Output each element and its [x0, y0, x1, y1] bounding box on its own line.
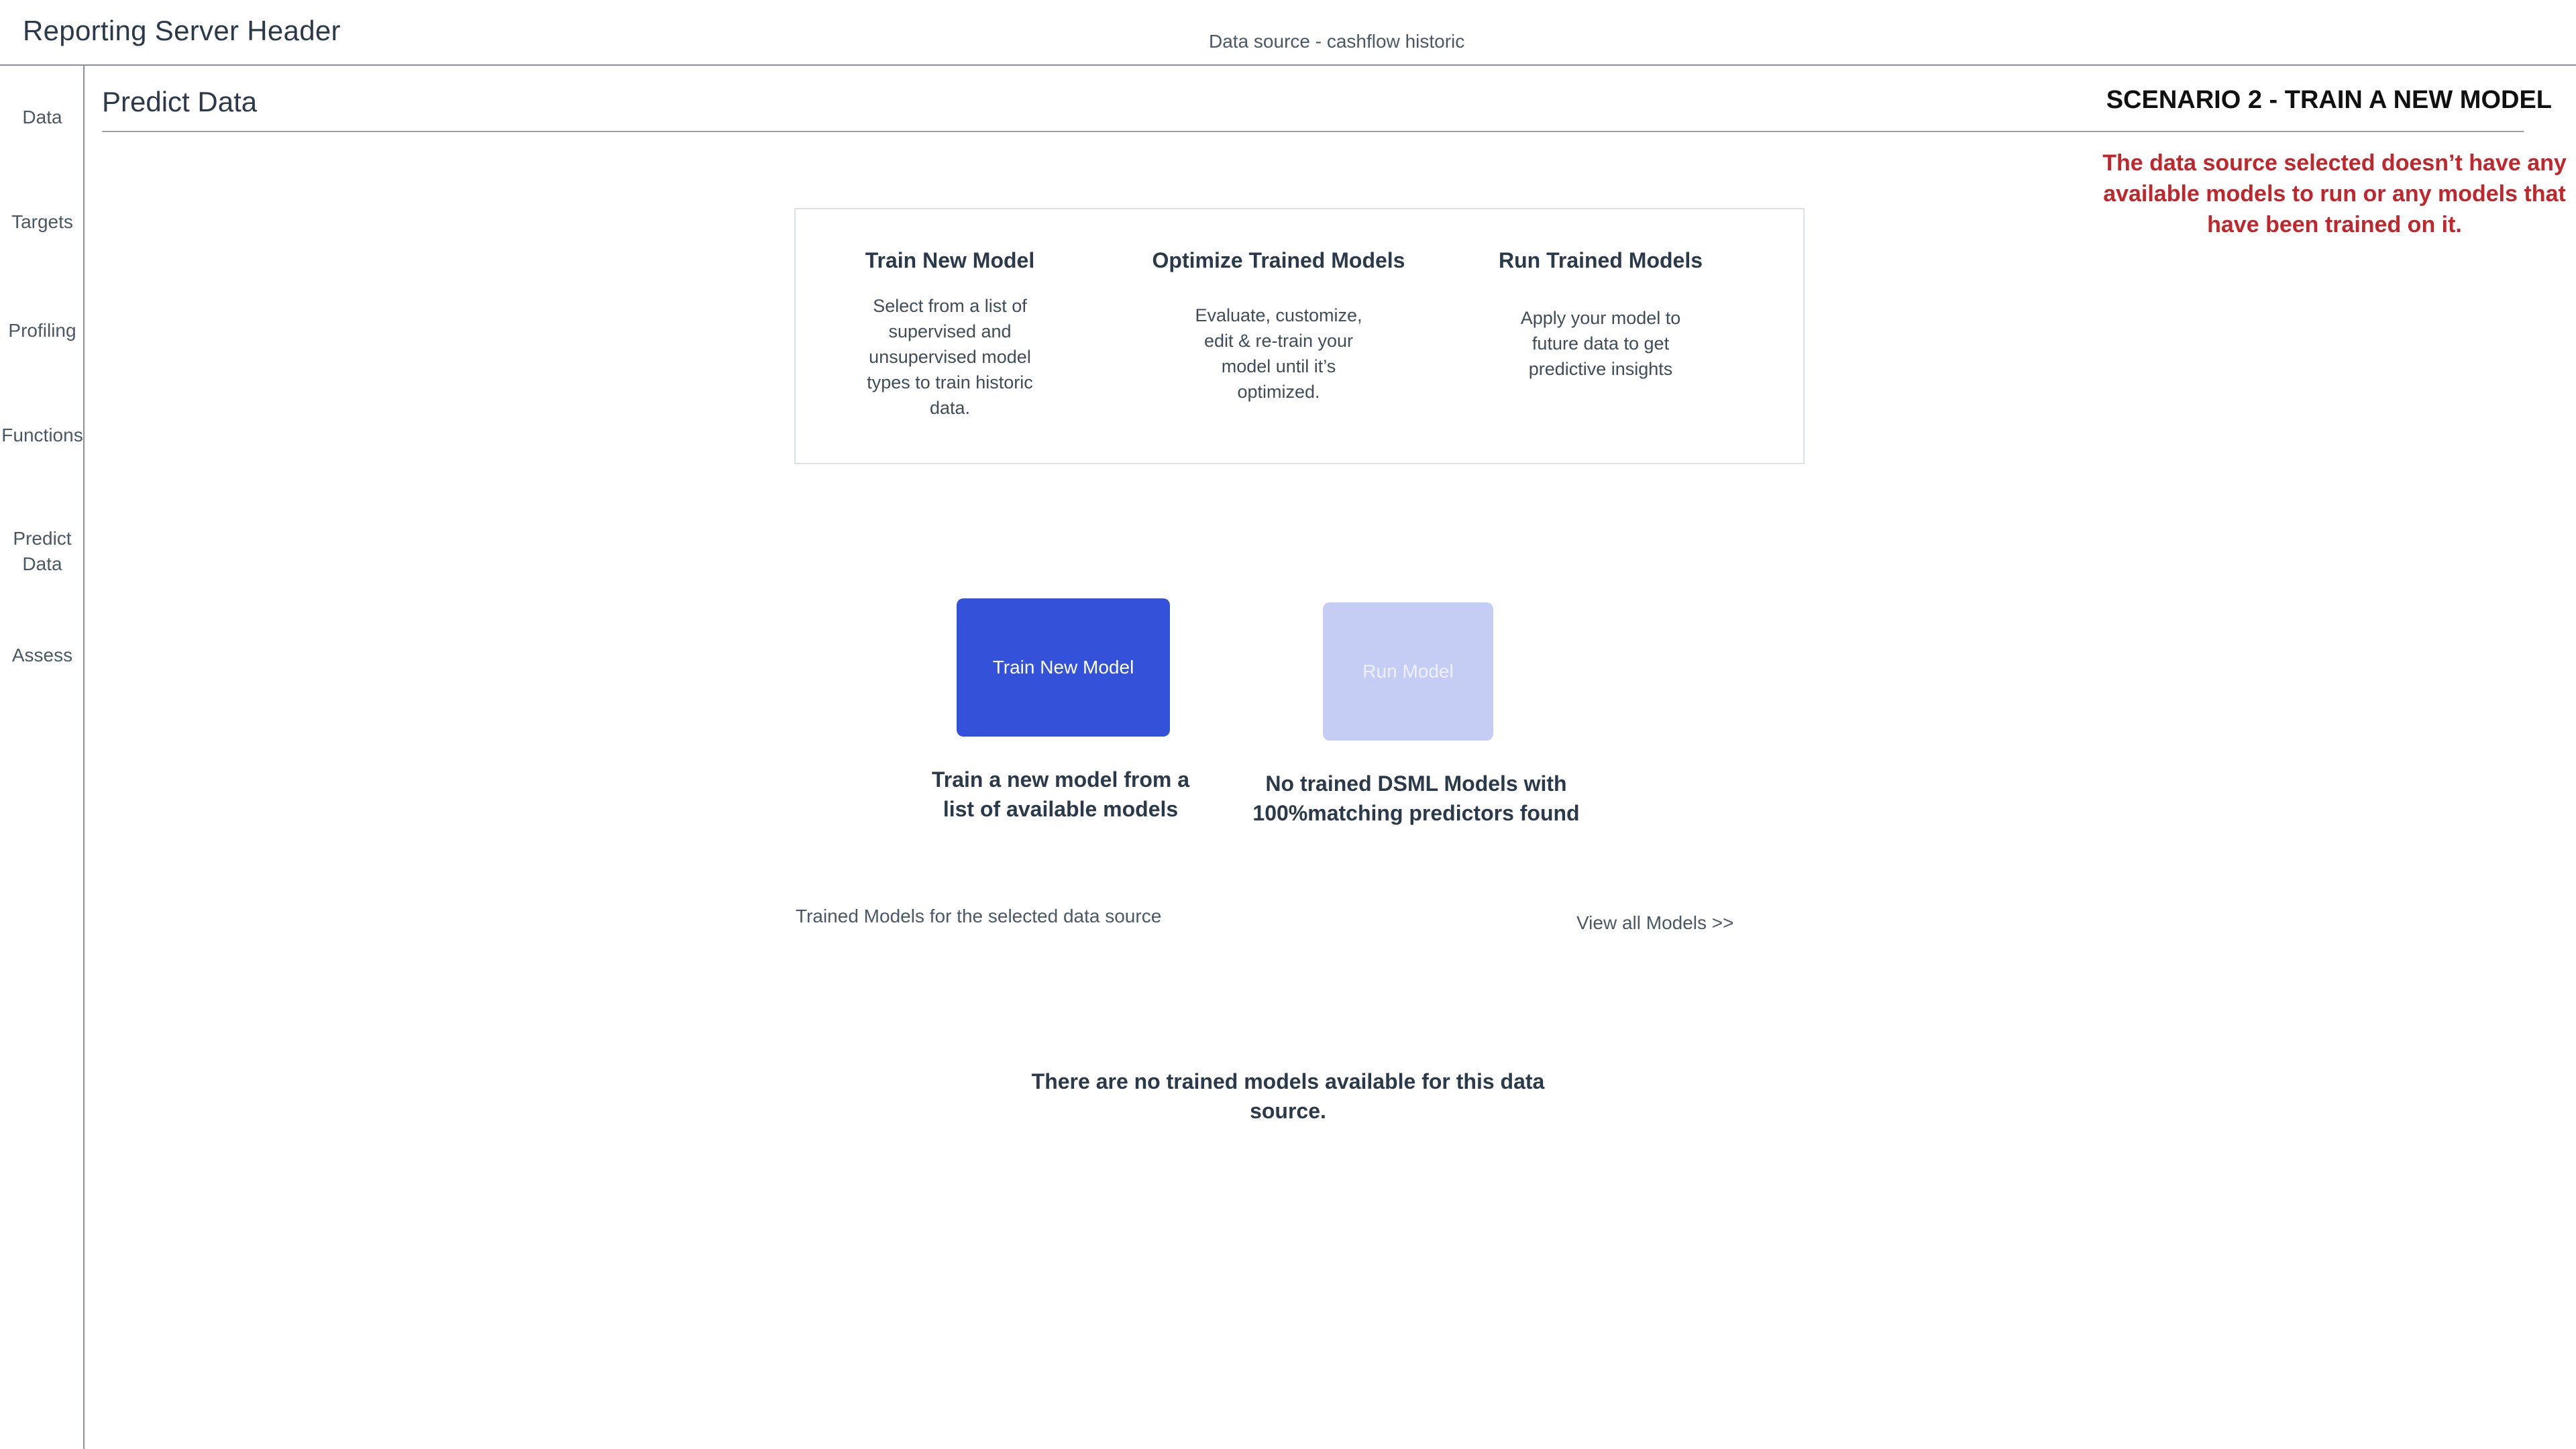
scenario-label: SCENARIO 2 - TRAIN A NEW MODEL	[2106, 86, 2552, 114]
info-column-description: Select from a list of supervised and uns…	[867, 296, 1033, 418]
info-column-title: Run Trained Models	[1498, 248, 1703, 272]
info-column-title: Optimize Trained Models	[1152, 248, 1405, 272]
info-column-optimize: Optimize Trained Models Evaluate, custom…	[1144, 248, 1413, 405]
app-header-title: Reporting Server Header	[23, 15, 341, 46]
sidebar-item-assess[interactable]: Assess	[0, 643, 85, 668]
data-source-label: Data source - cashflow historic	[1209, 31, 1465, 52]
page-title: Predict Data	[102, 86, 258, 117]
workflow-info-card: Train New Model Select from a list of su…	[794, 208, 1805, 464]
info-column-description: Apply your model to future data to get p…	[1520, 308, 1681, 379]
sidebar-divider	[83, 64, 85, 1449]
view-all-models-link[interactable]: View all Models >>	[1576, 912, 1734, 934]
info-column-run: Run Trained Models Apply your model to f…	[1493, 248, 1708, 382]
sidebar-item-targets[interactable]: Targets	[0, 209, 85, 235]
empty-models-message: There are no trained models available fo…	[1031, 1069, 1545, 1123]
page-title-divider	[102, 131, 2524, 132]
scenario-note: The data source selected doesn’t have an…	[2102, 150, 2567, 237]
run-model-button: Run Model	[1323, 602, 1493, 741]
info-column-title: Train New Model	[865, 248, 1035, 272]
sidebar-item-functions[interactable]: Functions	[0, 423, 85, 448]
header-divider	[0, 64, 2576, 66]
train-caption: Train a new model from a list of availab…	[931, 767, 1190, 821]
sidebar-item-predict-data[interactable]: Predict Data	[0, 526, 85, 577]
trained-models-label: Trained Models for the selected data sou…	[796, 906, 1162, 926]
info-column-train: Train New Model Select from a list of su…	[849, 248, 1051, 421]
sidebar-item-profiling[interactable]: Profiling	[0, 318, 85, 343]
app-root: Reporting Server Header Data source - ca…	[0, 0, 2576, 1449]
train-new-model-button[interactable]: Train New Model	[957, 598, 1170, 737]
sidebar-item-data[interactable]: Data	[0, 105, 85, 130]
info-column-description: Evaluate, customize, edit & re-train you…	[1195, 305, 1362, 402]
run-caption: No trained DSML Models with 100%matching…	[1252, 771, 1580, 825]
